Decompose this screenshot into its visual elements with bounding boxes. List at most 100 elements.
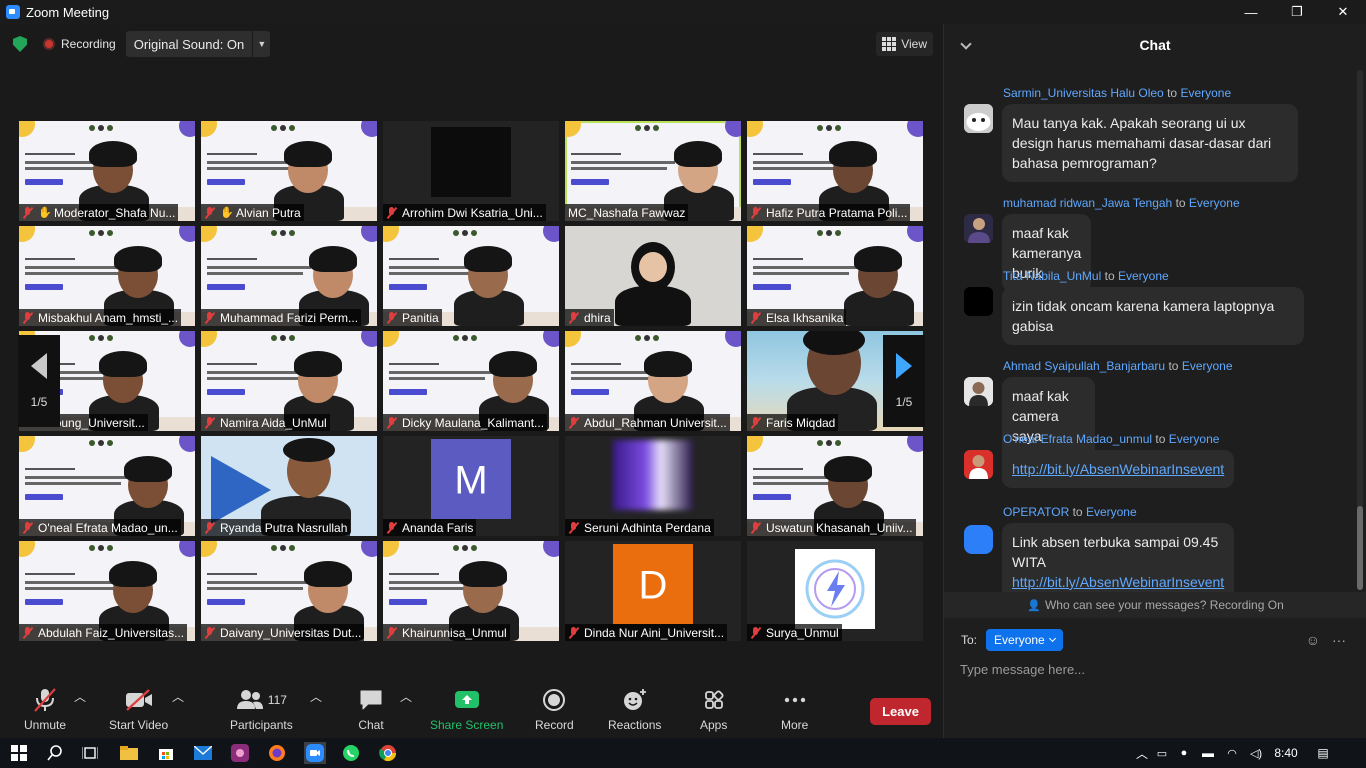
- share-screen-button[interactable]: Share Screen: [430, 688, 503, 732]
- minimize-button[interactable]: —: [1228, 0, 1274, 24]
- chevron-up-icon[interactable]: ︿: [1133, 745, 1151, 762]
- participant-video-tile[interactable]: Hafiz Putra Pratama Poli...: [747, 121, 923, 221]
- absen-link[interactable]: http://bit.ly/AbsenWebinarInsevent: [1012, 574, 1224, 590]
- participant-video-tile[interactable]: Elsa Ikhsanika: [747, 226, 923, 326]
- mail-icon[interactable]: [193, 743, 213, 763]
- volume-icon[interactable]: ◁): [1243, 747, 1269, 760]
- participant-name: Arrohim Dwi Ksatria_Uni...: [402, 205, 543, 220]
- participant-video-tile[interactable]: ✋ Alvian Putra: [201, 121, 377, 221]
- battery-icon[interactable]: ▬: [1195, 746, 1221, 760]
- previous-page-button[interactable]: 1/5: [18, 335, 60, 427]
- sender-name[interactable]: Ahmad Syaipullah_Banjarbaru: [1003, 359, 1165, 373]
- participant-video-tile[interactable]: Surya_Unmul: [747, 541, 923, 641]
- to-word: to: [1168, 359, 1179, 373]
- sender-name[interactable]: O'neal Efrata Madao_unmul: [1003, 432, 1152, 446]
- chrome-icon[interactable]: [378, 743, 398, 763]
- participant-video: [454, 246, 524, 326]
- view-button[interactable]: View: [876, 32, 933, 56]
- participant-video-tile[interactable]: M Ananda Faris: [383, 436, 559, 536]
- participant-video-tile[interactable]: Daivany_Universitas Dut...: [201, 541, 377, 641]
- message-text: Mau tanya kak. Apakah seorang ui ux desi…: [1002, 104, 1298, 182]
- audio-options-caret[interactable]: ︿: [74, 688, 86, 705]
- participant-video-tile[interactable]: Dicky Maulana_Kalimant...: [383, 331, 559, 431]
- microphone-icon[interactable]: ●: [1173, 747, 1195, 759]
- unmute-label: Unmute: [24, 718, 67, 732]
- close-button[interactable]: ✕: [1320, 0, 1366, 24]
- zoom-taskbar-icon[interactable]: [304, 742, 326, 764]
- participant-video-tile[interactable]: ✋ Moderator_Shafa Nu...: [19, 121, 195, 221]
- video-options-caret[interactable]: ︿: [172, 688, 184, 705]
- chevron-down-icon[interactable]: ▼: [252, 31, 270, 57]
- participants-label: Participants: [230, 718, 293, 732]
- sender-name[interactable]: Tita Nabila_UnMul: [1003, 269, 1101, 283]
- store-icon[interactable]: [156, 743, 176, 763]
- participant-name-tag: Ananda Faris: [383, 519, 477, 536]
- wifi-icon[interactable]: ◠: [1221, 747, 1243, 760]
- clock[interactable]: 8:40: [1269, 746, 1303, 760]
- sender-name[interactable]: Sarmin_Universitas Halu Oleo: [1003, 86, 1164, 100]
- chevron-down-icon[interactable]: [960, 38, 972, 50]
- emoji-icon[interactable]: ☺: [1306, 632, 1320, 648]
- start-video-button[interactable]: Start Video: [109, 688, 168, 732]
- muted-mic-icon: [750, 626, 761, 639]
- chat-header: Chat: [944, 24, 1366, 66]
- who-can-see-button[interactable]: 👤 Who can see your messages? Recording O…: [944, 592, 1366, 618]
- blurred-video: [613, 440, 693, 510]
- windows-start-icon[interactable]: [9, 743, 29, 763]
- unmute-button[interactable]: Unmute: [24, 688, 66, 732]
- recording-indicator[interactable]: Recording: [43, 37, 116, 51]
- participant-video-tile[interactable]: Abdul_Rahman Universit...: [565, 331, 741, 431]
- participant-video-tile[interactable]: MC_Nashafa Fawwaz: [565, 121, 741, 221]
- apps-button[interactable]: Apps: [700, 688, 727, 732]
- participant-video-tile[interactable]: Misbakhul Anam_hmsti_...: [19, 226, 195, 326]
- restore-button[interactable]: ❐: [1274, 0, 1320, 24]
- participants-options-caret[interactable]: ︿: [310, 688, 322, 705]
- shield-icon[interactable]: [13, 36, 27, 52]
- reactions-button[interactable]: Reactions: [608, 688, 661, 732]
- muted-mic-icon: [22, 521, 33, 534]
- participant-video-tile[interactable]: Arrohim Dwi Ksatria_Uni...: [383, 121, 559, 221]
- more-button[interactable]: More: [781, 688, 808, 732]
- media-app-icon[interactable]: [230, 743, 250, 763]
- sender-name[interactable]: OPERATOR: [1003, 505, 1069, 519]
- scrollbar-thumb[interactable]: [1357, 506, 1363, 590]
- page-indicator-right: 1/5: [895, 395, 913, 409]
- participant-video-tile[interactable]: Khairunnisa_Unmul: [383, 541, 559, 641]
- camera-icon[interactable]: ▭: [1151, 747, 1173, 760]
- file-explorer-icon[interactable]: [119, 743, 139, 763]
- task-view-icon[interactable]: [80, 743, 100, 763]
- participant-video-tile[interactable]: Muhammad Farizi Perm...: [201, 226, 377, 326]
- ellipsis-icon[interactable]: ···: [1332, 632, 1346, 648]
- chat-scrollbar[interactable]: [1357, 70, 1363, 590]
- message-text: Link absen terbuka sampai 09.45 WITA: [1012, 534, 1219, 570]
- participant-video-tile[interactable]: dhira: [565, 226, 741, 326]
- participant-video-tile[interactable]: Seruni Adhinta Perdana: [565, 436, 741, 536]
- participant-name-tag: ✋ Moderator_Shafa Nu...: [19, 204, 179, 221]
- participant-name: Uswatun Khasanah_Uniiv...: [766, 520, 913, 535]
- participant-video-tile[interactable]: D Dinda Nur Aini_Universit...: [565, 541, 741, 641]
- chat-button[interactable]: Chat: [358, 688, 384, 732]
- original-sound-button[interactable]: Original Sound: On: [126, 37, 253, 52]
- chat-message-input[interactable]: [960, 658, 1350, 680]
- whatsapp-icon[interactable]: [341, 743, 361, 763]
- notification-icon[interactable]: ▤: [1303, 746, 1343, 760]
- participant-video-tile[interactable]: Abdulah Faiz_Universitas...: [19, 541, 195, 641]
- participant-video-tile[interactable]: O'neal Efrata Madao_un...: [19, 436, 195, 536]
- firefox-icon[interactable]: [267, 743, 287, 763]
- recipient-dropdown[interactable]: Everyone: [986, 629, 1063, 651]
- leave-button[interactable]: Leave: [870, 698, 931, 725]
- participant-video-tile[interactable]: Uswatun Khasanah_Uniiv...: [747, 436, 923, 536]
- absen-link[interactable]: http://bit.ly/AbsenWebinarInsevent: [1012, 461, 1224, 477]
- participant-video-tile[interactable]: Ryanda Putra Nasrullah: [201, 436, 377, 536]
- chat-options-caret[interactable]: ︿: [400, 688, 412, 705]
- record-button[interactable]: Record: [535, 688, 574, 732]
- next-page-button[interactable]: 1/5: [883, 335, 925, 427]
- participant-name-tag: MC_Nashafa Fawwaz: [565, 204, 689, 221]
- search-icon[interactable]: [45, 743, 65, 763]
- sender-name[interactable]: muhamad ridwan_Jawa Tengah: [1003, 196, 1172, 210]
- participant-video-tile[interactable]: Namira Aida_UnMul: [201, 331, 377, 431]
- participant-video-tile[interactable]: Panitia: [383, 226, 559, 326]
- participants-button[interactable]: 117 Participants: [230, 688, 293, 732]
- avatar: [964, 525, 993, 554]
- meeting-info-bar: Recording Original Sound: On ▼ View: [0, 24, 943, 64]
